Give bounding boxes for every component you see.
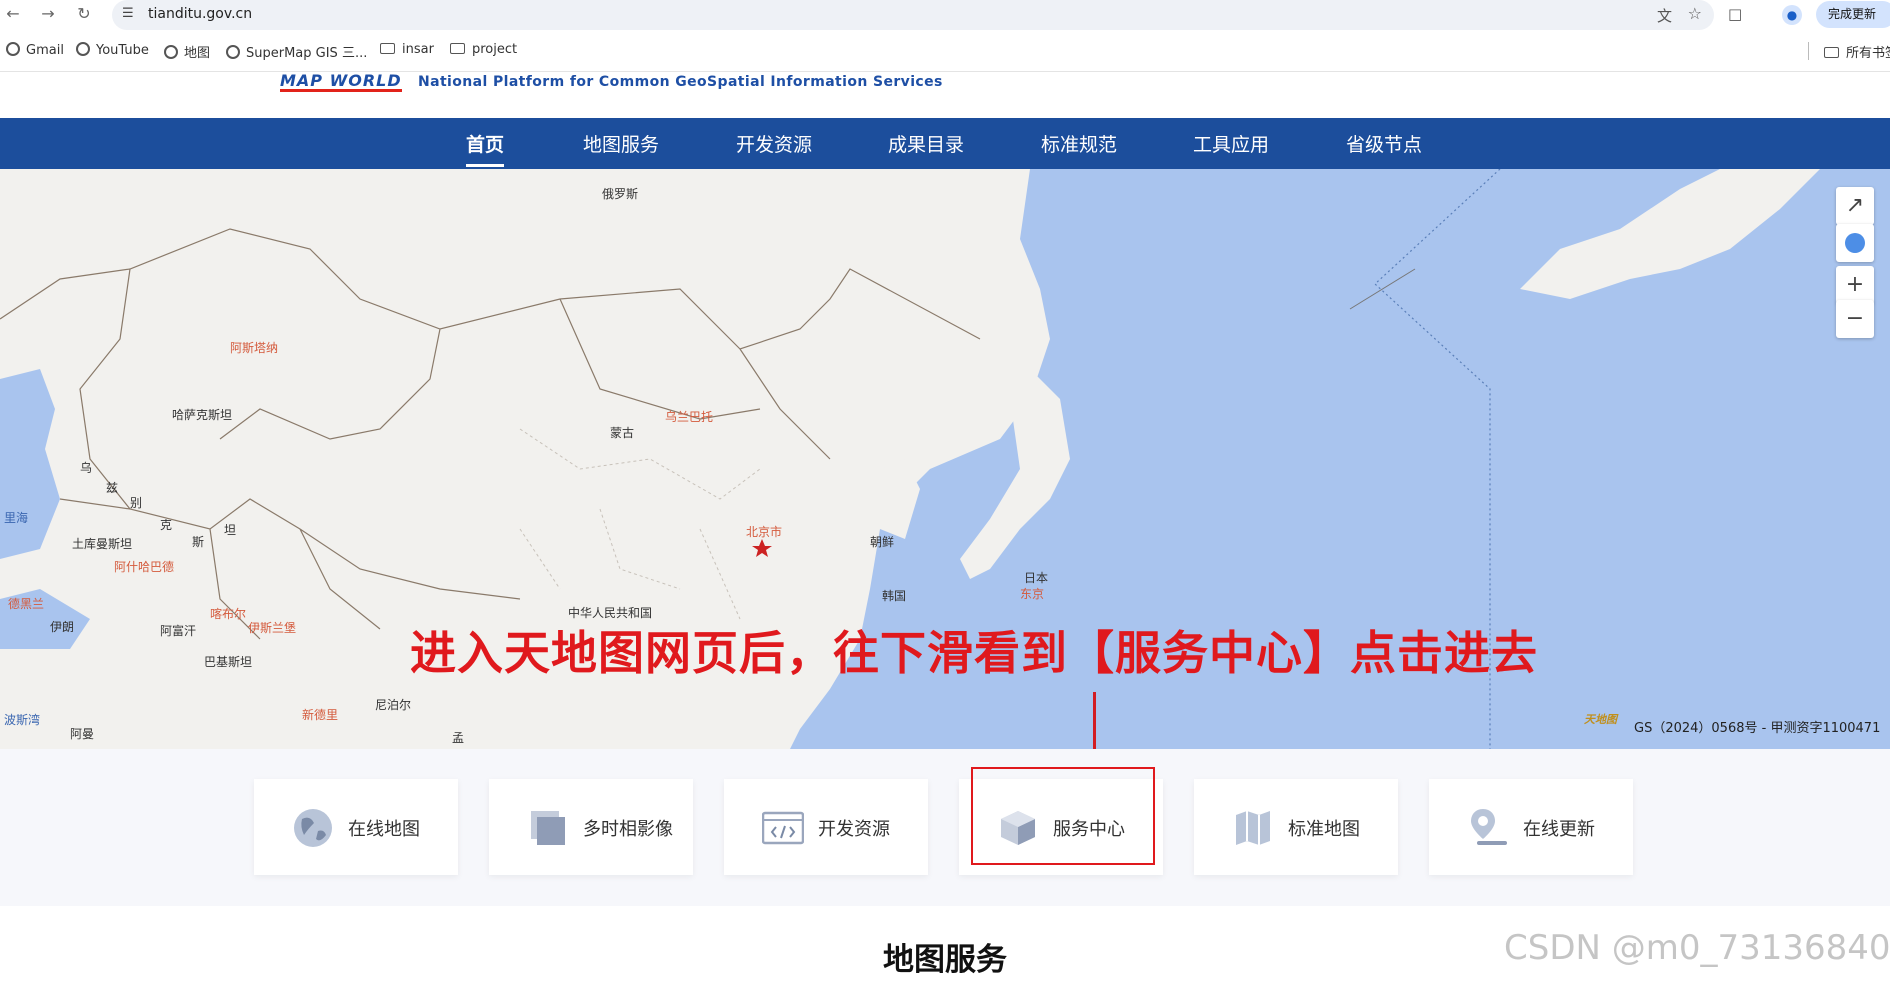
nav-standards[interactable]: 标准规范 — [1041, 130, 1117, 157]
annotation-highlight-box — [971, 767, 1155, 865]
date-line-segment — [1349, 268, 1416, 310]
layers-icon — [531, 811, 565, 845]
annotation-text: 进入天地图网页后，往下滑看到【服务中心】点击进去 — [410, 626, 1538, 680]
reload-icon[interactable]: ↻ — [73, 3, 95, 25]
quick-link-label: 多时相影像 — [583, 819, 673, 840]
map-label: 土库曼斯坦 — [72, 537, 133, 551]
map-label-city: 喀布尔 — [210, 607, 247, 621]
map-label: 蒙古 — [610, 426, 635, 440]
nav-tools[interactable]: 工具应用 — [1193, 130, 1269, 157]
folder-icon — [450, 43, 465, 54]
translate-icon[interactable]: 文 — [1657, 5, 1672, 26]
site-info-icon[interactable]: ☰ — [122, 6, 134, 21]
quick-link-label: 在线地图 — [348, 819, 420, 840]
forward-icon[interactable]: → — [37, 3, 59, 25]
globe-icon — [76, 42, 90, 56]
bookmark-project[interactable]: project — [450, 42, 517, 57]
quick-links-bar: 在线地图 多时相影像 开发资源 服务中心 标准地图 在线更新 — [0, 749, 1890, 906]
quick-link-label: 在线更新 — [1523, 819, 1595, 840]
map-copyright: GS（2024）0568号 - 甲测资字1100471 — [1634, 721, 1881, 736]
profile-avatar[interactable]: ● — [1782, 5, 1802, 25]
map-label-city: 北京市 — [746, 525, 783, 539]
quick-link-standard-map[interactable]: 标准地图 — [1194, 779, 1398, 875]
map-label: 阿曼 — [70, 727, 95, 741]
fullscreen-icon[interactable]: ↗ — [1836, 187, 1874, 225]
code-icon — [762, 811, 804, 845]
map-label-city: 德黑兰 — [8, 597, 45, 611]
tianditu-logo: 天地图 — [1584, 713, 1617, 726]
map-label: 巴基斯坦 — [204, 655, 253, 669]
bookmarks-divider — [1808, 42, 1809, 60]
bookmark-insar[interactable]: insar — [380, 42, 434, 57]
nav-provincial-nodes[interactable]: 省级节点 — [1346, 130, 1422, 157]
extensions-icon[interactable]: □ — [1728, 5, 1742, 23]
map-label: 俄罗斯 — [602, 187, 639, 201]
globe-icon[interactable] — [1836, 224, 1874, 262]
map-label-city: 乌兰巴托 — [665, 410, 714, 424]
url-text[interactable]: tianditu.gov.cn — [148, 6, 252, 22]
map-label: 里海 — [4, 511, 29, 525]
bookmark-star-icon[interactable]: ☆ — [1688, 4, 1702, 23]
landmass-kamchatka — [1520, 169, 1820, 299]
nav-map-services[interactable]: 地图服务 — [583, 130, 659, 157]
quick-link-multi-temporal[interactable]: 多时相影像 — [489, 779, 693, 875]
bookmarks-bar: Gmail YouTube 地图 SuperMap GIS 三... insar… — [0, 30, 1890, 72]
folder-icon — [380, 43, 395, 54]
quick-link-label: 标准地图 — [1288, 819, 1360, 840]
map-label: 韩国 — [882, 589, 907, 603]
map-label: 波斯湾 — [4, 713, 41, 727]
main-nav: 首页 地图服务 开发资源 成果目录 标准规范 工具应用 省级节点 — [0, 118, 1890, 169]
map-label-city: 新德里 — [302, 708, 339, 722]
quick-link-dev-resources[interactable]: 开发资源 — [724, 779, 928, 875]
browser-toolbar: ← → ↻ ☰ tianditu.gov.cn 文 ☆ □ ● 完成更新 — [0, 0, 1890, 30]
map-label: 别 — [130, 496, 143, 510]
update-button[interactable]: 完成更新 — [1816, 1, 1890, 28]
map-label-city: 东京 — [1020, 587, 1045, 601]
nav-dev-resources[interactable]: 开发资源 — [736, 130, 812, 157]
site-logo[interactable]: MAP WORLD — [280, 72, 402, 92]
globe-icon — [164, 45, 178, 59]
map-label: 朝鲜 — [870, 535, 895, 549]
map-label: 斯 — [192, 535, 205, 549]
quick-link-online-map[interactable]: 在线地图 — [254, 779, 458, 875]
zoom-in-icon[interactable]: + — [1836, 266, 1874, 304]
back-icon[interactable]: ← — [2, 3, 24, 25]
bookmark-map[interactable]: 地图 — [164, 42, 210, 61]
map-label: 哈萨克斯坦 — [172, 408, 233, 422]
zoom-out-icon[interactable]: − — [1836, 300, 1874, 338]
site-tagline: National Platform for Common GeoSpatial … — [418, 74, 943, 90]
map-label: 孟 — [452, 731, 465, 745]
all-bookmarks[interactable]: 所有书签 — [1824, 42, 1890, 61]
watermark: CSDN @m0_73136840 — [1504, 928, 1890, 968]
map-label: 日本 — [1024, 571, 1049, 585]
quick-link-online-update[interactable]: 在线更新 — [1429, 779, 1633, 875]
map-label-city: 阿什哈巴德 — [114, 560, 175, 574]
globe-icon — [226, 45, 240, 59]
map-label: 尼泊尔 — [375, 698, 412, 712]
map-label: 伊朗 — [50, 620, 75, 634]
globe-icon — [294, 809, 332, 847]
quick-link-label: 开发资源 — [818, 819, 890, 840]
globe-icon — [6, 42, 20, 56]
map-label-city: 伊斯兰堡 — [248, 621, 297, 635]
location-pin-icon — [1471, 809, 1507, 845]
map-label: 坦 — [224, 523, 237, 537]
bookmark-supermap[interactable]: SuperMap GIS 三... — [226, 42, 367, 61]
map-label: 兹 — [106, 481, 119, 495]
nav-catalog[interactable]: 成果目录 — [888, 130, 964, 157]
bookmark-youtube[interactable]: YouTube — [76, 42, 149, 58]
nav-home[interactable]: 首页 — [466, 130, 505, 167]
folder-icon — [1824, 47, 1839, 58]
map-label-city: 阿斯塔纳 — [230, 341, 279, 355]
address-bar[interactable]: ☰ tianditu.gov.cn 文 ☆ — [112, 0, 1714, 30]
site-header: MAP WORLD National Platform for Common G… — [0, 72, 1890, 118]
bookmark-gmail[interactable]: Gmail — [6, 42, 64, 58]
map-label: 克 — [160, 518, 173, 532]
map-label: 阿富汗 — [160, 624, 197, 638]
map-label: 乌 — [80, 461, 93, 475]
folded-map-icon — [1236, 811, 1270, 845]
